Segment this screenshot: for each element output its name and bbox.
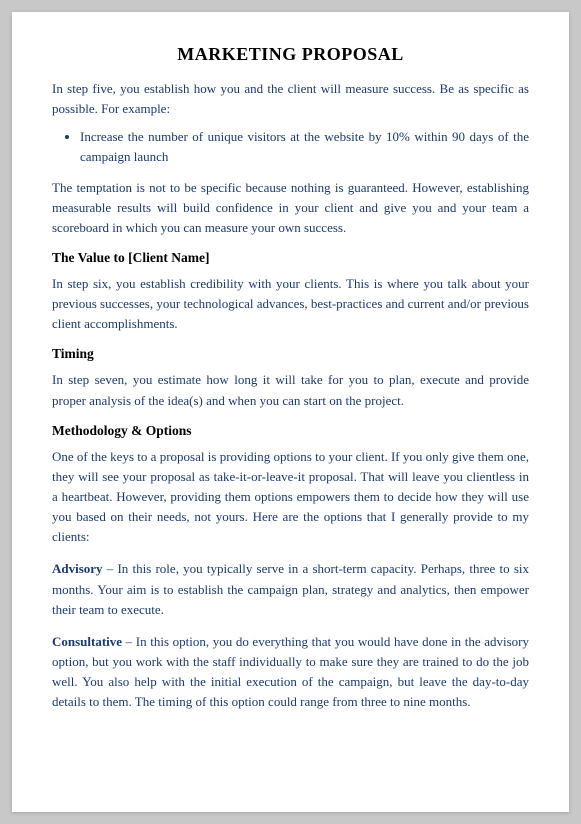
methodology-body1: One of the keys to a proposal is providi… xyxy=(52,447,529,548)
timing-heading: Timing xyxy=(52,346,529,362)
advisory-text: – In this role, you typically serve in a… xyxy=(52,561,529,616)
value-heading: The Value to [Client Name] xyxy=(52,250,529,266)
doc-title: MARKETING PROPOSAL xyxy=(52,44,529,65)
consultative-label: Consultative xyxy=(52,634,122,649)
value-body: In step six, you establish credibility w… xyxy=(52,274,529,334)
consultative-text: – In this option, you do everything that… xyxy=(52,634,529,709)
bullet-item-1: Increase the number of unique visitors a… xyxy=(80,127,529,167)
advisory-para: Advisory – In this role, you typically s… xyxy=(52,559,529,619)
document-page: MARKETING PROPOSAL In step five, you est… xyxy=(12,12,569,812)
intro-p1: In step five, you establish how you and … xyxy=(52,79,529,119)
methodology-heading: Methodology & Options xyxy=(52,423,529,439)
consultative-para: Consultative – In this option, you do ev… xyxy=(52,632,529,713)
bullet-list: Increase the number of unique visitors a… xyxy=(80,127,529,167)
value-section: The Value to [Client Name] In step six, … xyxy=(52,250,529,334)
methodology-section: Methodology & Options One of the keys to… xyxy=(52,423,529,713)
timing-section: Timing In step seven, you estimate how l… xyxy=(52,346,529,410)
intro-section: In step five, you establish how you and … xyxy=(52,79,529,238)
intro-p2: The temptation is not to be specific bec… xyxy=(52,178,529,238)
timing-body: In step seven, you estimate how long it … xyxy=(52,370,529,410)
advisory-label: Advisory xyxy=(52,561,103,576)
